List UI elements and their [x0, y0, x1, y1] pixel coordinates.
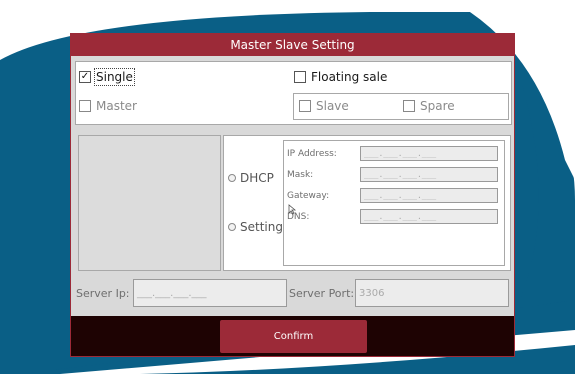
- footer-bar: Confirm: [71, 316, 514, 356]
- check-icon: ✓: [79, 71, 91, 83]
- master-checkbox[interactable]: Master: [79, 99, 137, 113]
- single-checkbox[interactable]: ✓ Single: [79, 68, 135, 86]
- radio-icon: [228, 223, 236, 231]
- floating-sale-label: Floating sale: [311, 70, 388, 84]
- spare-checkbox[interactable]: Spare: [403, 99, 455, 113]
- server-port-label: Server Port:: [289, 287, 355, 300]
- radio-icon: [228, 174, 236, 182]
- slave-checkbox[interactable]: Slave: [299, 99, 349, 113]
- single-label: Single: [94, 68, 135, 86]
- mouse-pointer-icon: [288, 204, 297, 215]
- ip-address-label: IP Address:: [287, 149, 337, 159]
- confirm-button[interactable]: Confirm: [220, 320, 367, 353]
- checkbox-empty-icon: [294, 71, 306, 83]
- mask-input[interactable]: ___.___.___.___: [360, 167, 498, 182]
- gateway-input[interactable]: ___.___.___.___: [360, 188, 498, 203]
- mask-label: Mask:: [287, 170, 314, 180]
- spare-label: Spare: [420, 99, 455, 113]
- gateway-label: Gateway:: [287, 191, 330, 201]
- checkbox-empty-icon: [79, 100, 91, 112]
- server-ip-input[interactable]: ___.___.___.___: [133, 279, 287, 307]
- preview-panel: [78, 135, 221, 271]
- ip-address-input[interactable]: ___.___.___.___: [360, 146, 498, 161]
- master-label: Master: [96, 99, 137, 113]
- dhcp-label: DHCP: [240, 171, 274, 185]
- server-port-input[interactable]: 3306: [355, 279, 509, 307]
- dns-input[interactable]: ___.___.___.___: [360, 209, 498, 224]
- server-ip-label: Server Ip:: [76, 287, 130, 300]
- setting-label: Setting: [240, 220, 283, 234]
- checkbox-empty-icon: [403, 100, 415, 112]
- floating-sale-checkbox[interactable]: Floating sale: [294, 70, 387, 84]
- dhcp-radio[interactable]: DHCP: [228, 171, 274, 185]
- master-slave-dialog: Master Slave Setting ✓ Single Floating s…: [70, 33, 515, 357]
- checkbox-empty-icon: [299, 100, 311, 112]
- setting-radio[interactable]: Setting: [228, 220, 283, 234]
- slave-label: Slave: [316, 99, 349, 113]
- dialog-title: Master Slave Setting: [71, 34, 514, 56]
